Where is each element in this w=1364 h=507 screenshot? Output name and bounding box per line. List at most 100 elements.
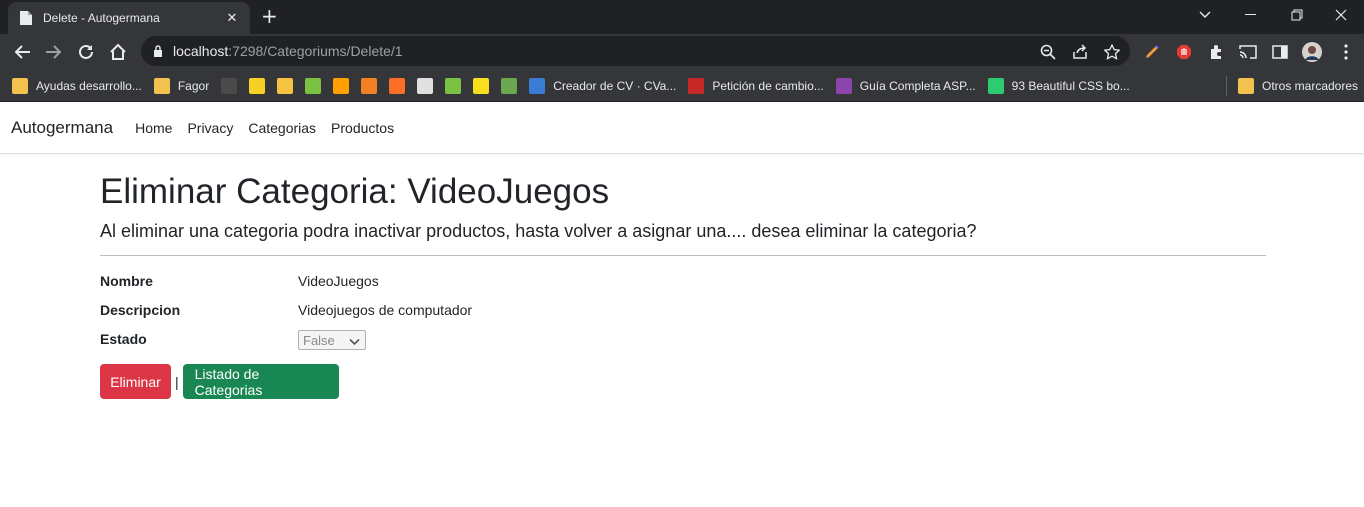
bookmark-label: 93 Beautiful CSS bo... xyxy=(1011,78,1130,93)
bookmark-item[interactable] xyxy=(361,77,378,94)
address-bar[interactable]: localhost:7298/Categoriums/Delete/1 xyxy=(141,36,1130,66)
bookmark-label: Ayudas desarrollo... xyxy=(36,78,142,93)
estado-label: Estado xyxy=(100,331,147,347)
emoji-icon xyxy=(277,77,294,94)
tab-search-icon[interactable] xyxy=(1182,0,1228,30)
descripcion-label: Descripcion xyxy=(100,302,181,318)
other-bookmarks-label: Otros marcadores xyxy=(1262,79,1359,93)
bookmark-item[interactable]: Creador de CV · CVa... xyxy=(529,77,677,94)
estado-select-value: False xyxy=(303,332,335,348)
other-bookmarks-folder[interactable]: Otros marcadores xyxy=(1238,78,1358,94)
share-icon[interactable] xyxy=(1070,42,1090,62)
side-panel-icon[interactable] xyxy=(1270,42,1290,62)
action-separator: | xyxy=(175,373,179,390)
bookmark-item[interactable]: Guía Completa ASP... xyxy=(835,77,976,94)
divider xyxy=(100,255,1266,256)
bookmark-label: Petición de cambio... xyxy=(712,78,824,93)
nombre-value: VideoJuegos xyxy=(298,273,379,289)
u-icon xyxy=(835,77,852,94)
bookmark-star-icon[interactable] xyxy=(1102,42,1122,62)
bookmark-label: Fagor xyxy=(177,78,210,93)
stackoverflow-icon xyxy=(361,77,378,94)
pen-extension-icon[interactable] xyxy=(1142,42,1162,62)
adblock-icon[interactable] xyxy=(1174,42,1194,62)
more-menu-icon[interactable] xyxy=(1336,42,1356,62)
new-tab-button[interactable]: + xyxy=(261,6,278,26)
back-to-list-button[interactable]: Listado de Categorias xyxy=(182,364,339,399)
lock-icon[interactable] xyxy=(153,42,163,61)
page-subtitle: Al eliminar una categoria podra inactiva… xyxy=(100,221,977,241)
chevron-down-icon xyxy=(349,334,360,349)
detail-row-estado: Estado False xyxy=(100,330,1266,360)
bookmark-item[interactable]: Ayudas desarrollo... xyxy=(12,77,142,94)
tab-close-icon[interactable]: ✕ xyxy=(224,11,240,26)
url-path: :7298/Categoriums/Delete/1 xyxy=(228,43,403,59)
nav-link-home[interactable]: Home xyxy=(135,120,172,136)
css-icon xyxy=(987,77,1004,94)
detail-row-nombre: Nombre VideoJuegos xyxy=(100,273,1266,302)
reload-icon[interactable] xyxy=(76,42,96,62)
estado-select[interactable]: False xyxy=(298,330,366,350)
page-title: Eliminar Categoria: VideoJuegos xyxy=(100,172,610,211)
bookmarks-separator xyxy=(1226,76,1227,96)
bookmark-item[interactable] xyxy=(473,77,490,94)
bookmark-item[interactable] xyxy=(333,77,350,94)
page-favicon-icon xyxy=(18,10,34,26)
bookmark-item[interactable] xyxy=(277,77,294,94)
bookmark-item[interactable] xyxy=(417,77,434,94)
delete-button[interactable]: Eliminar xyxy=(100,364,171,399)
bookmark-item[interactable] xyxy=(445,77,462,94)
diamond-icon xyxy=(445,77,462,94)
bookmark-item[interactable]: Fagor xyxy=(153,77,210,94)
site-navbar: Autogermana Home Privacy Categorias Prod… xyxy=(0,102,1364,154)
nav-link-productos[interactable]: Productos xyxy=(331,120,394,136)
form-actions: Eliminar | Listado de Categorias xyxy=(100,364,1266,399)
brand-link[interactable]: Autogermana xyxy=(11,118,113,138)
js-icon xyxy=(473,77,490,94)
profile-avatar-icon[interactable] xyxy=(1302,42,1322,62)
bookmark-label: Guía Completa ASP... xyxy=(859,78,976,93)
forward-arrow-icon[interactable] xyxy=(44,42,64,62)
browser-toolbar: localhost:7298/Categoriums/Delete/1 xyxy=(0,34,1364,70)
cast-icon[interactable] xyxy=(1238,42,1258,62)
detail-row-descripcion: Descripcion Videojuegos de computador xyxy=(100,302,1266,331)
back-arrow-icon[interactable] xyxy=(12,42,32,62)
github-icon xyxy=(221,77,238,94)
folder-icon xyxy=(153,77,170,94)
minimize-icon[interactable] xyxy=(1228,0,1274,30)
bookmark-item[interactable] xyxy=(305,77,322,94)
bookmark-item[interactable] xyxy=(249,77,266,94)
close-window-icon[interactable] xyxy=(1318,0,1364,30)
extensions-puzzle-icon[interactable] xyxy=(1206,42,1226,62)
bookmark-item[interactable]: 93 Beautiful CSS bo... xyxy=(987,77,1130,94)
globe-icon xyxy=(501,77,518,94)
bookmark-item[interactable] xyxy=(221,77,238,94)
gitlab-icon xyxy=(389,77,406,94)
browser-tab-strip: Delete - Autogermana ✕ + xyxy=(0,0,1364,34)
firebase-icon xyxy=(333,77,350,94)
diamond-icon xyxy=(305,77,322,94)
nav-link-privacy[interactable]: Privacy xyxy=(187,120,233,136)
nav-link-categorias[interactable]: Categorias xyxy=(248,120,316,136)
restore-icon[interactable] xyxy=(1274,0,1320,30)
browser-tab[interactable]: Delete - Autogermana ✕ xyxy=(8,2,250,34)
bookmark-item[interactable] xyxy=(389,77,406,94)
bookmark-label: Creador de CV · CVa... xyxy=(553,78,677,93)
url-host: localhost xyxy=(173,43,229,59)
folder-icon xyxy=(12,77,28,94)
folder-icon xyxy=(1238,78,1254,94)
bookmark-item[interactable] xyxy=(501,77,518,94)
bookmarks-bar: Ayudas desarrollo... Fagor Creador de CV ·… xyxy=(0,70,1364,102)
tab-title: Delete - Autogermana xyxy=(43,11,160,25)
rainbow-icon xyxy=(688,77,705,94)
bookmark-item[interactable]: Petición de cambio... xyxy=(688,77,824,94)
category-details: Nombre VideoJuegos Descripcion Videojueg… xyxy=(100,273,1266,360)
cv-icon xyxy=(529,77,546,94)
nombre-label: Nombre xyxy=(100,273,153,289)
main-content: Eliminar Categoria: VideoJuegos Al elimi… xyxy=(100,170,1266,399)
miro-icon xyxy=(249,77,266,94)
home-icon[interactable] xyxy=(108,42,128,62)
descripcion-value: Videojuegos de computador xyxy=(298,302,473,318)
zoom-icon[interactable] xyxy=(1038,42,1058,62)
search-app-icon xyxy=(417,77,434,94)
